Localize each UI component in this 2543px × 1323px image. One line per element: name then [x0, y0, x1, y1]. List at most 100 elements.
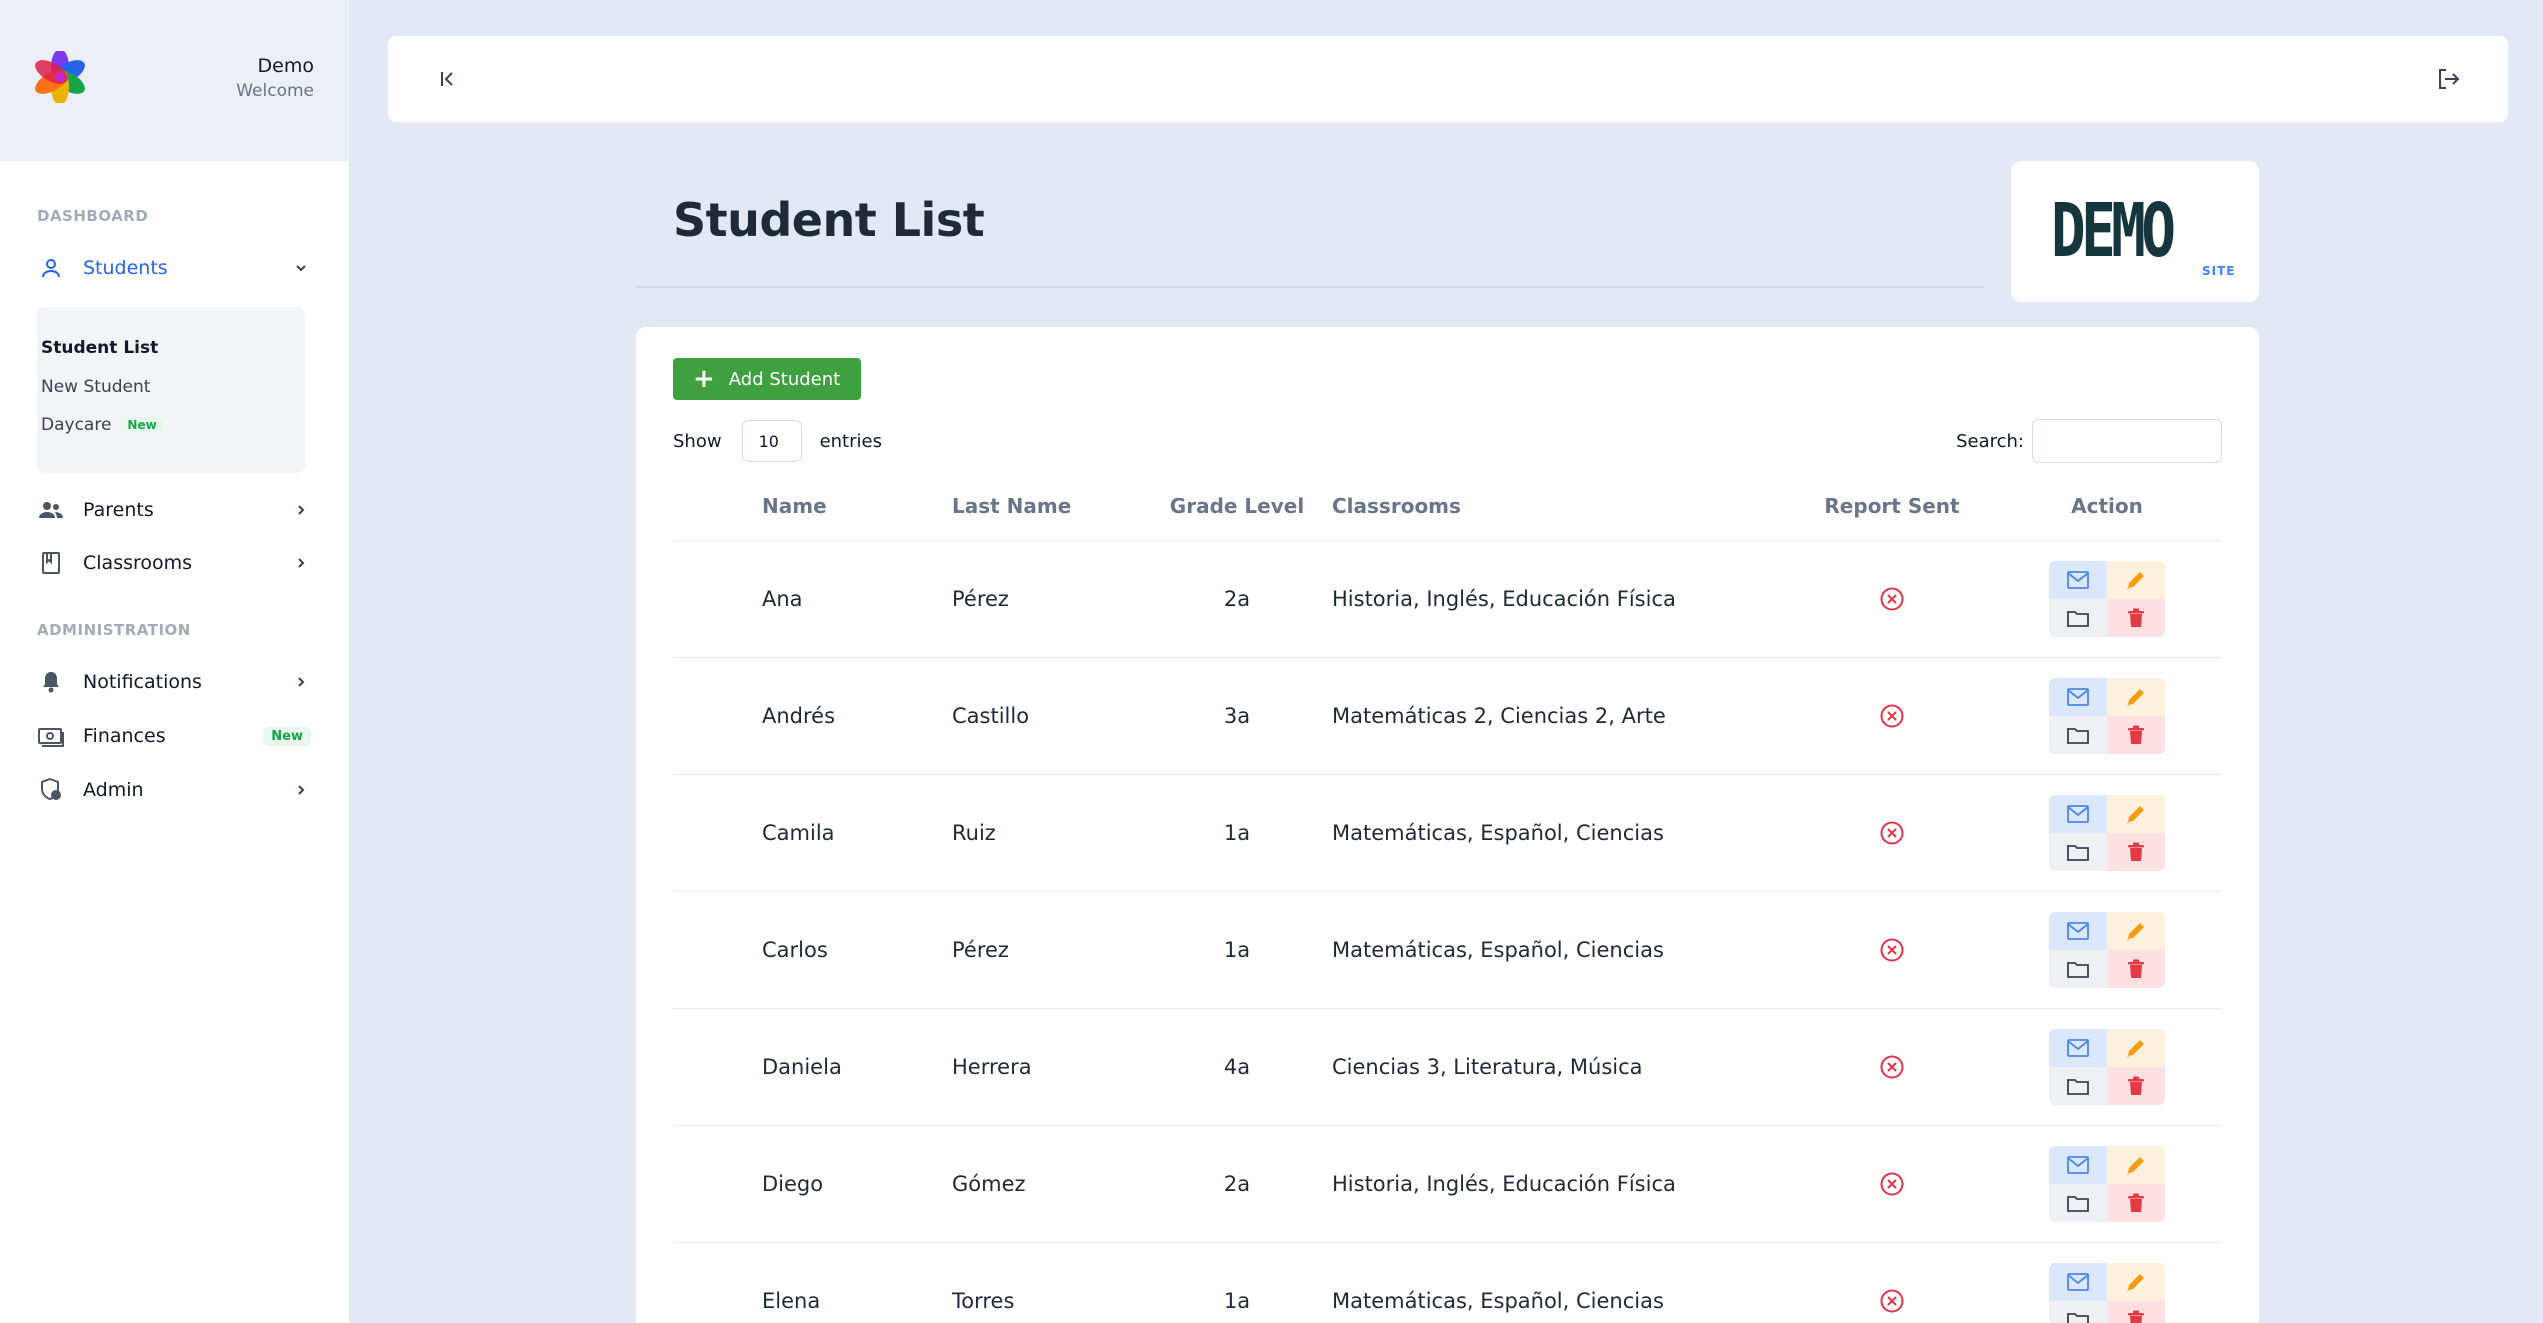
cell-classrooms: Matemáticas, Español, Ciencias: [1332, 1242, 1792, 1323]
cell-last-name: Pérez: [952, 891, 1142, 1009]
folder-icon[interactable]: [2049, 1300, 2107, 1323]
cell-grade-level: 3a: [1142, 657, 1332, 775]
column-header-spacer: [673, 472, 762, 541]
sidebar-item-parents[interactable]: Parents: [37, 492, 311, 528]
table-row[interactable]: Andrés Castillo 3a Matemáticas 2, Ciencias …: [673, 657, 2222, 775]
folder-icon[interactable]: [2049, 1066, 2107, 1105]
sidebar: Demo Welcome DASHBOARD Students Student …: [0, 0, 350, 1323]
edit-pencil-icon[interactable]: [2107, 1145, 2165, 1184]
row-spacer: [673, 1008, 762, 1126]
not-sent-x-icon: [1879, 586, 1905, 612]
new-badge: New: [263, 726, 311, 746]
cell-grade-level: 4a: [1142, 1008, 1332, 1126]
email-icon[interactable]: [2049, 677, 2107, 716]
email-icon[interactable]: [2049, 1262, 2107, 1301]
cell-grade-level: 2a: [1142, 540, 1332, 658]
sidebar-item-students[interactable]: Students: [37, 250, 311, 286]
column-header-name[interactable]: Name: [762, 472, 952, 541]
trash-icon[interactable]: [2107, 1066, 2165, 1105]
edit-pencil-icon[interactable]: [2107, 1262, 2165, 1301]
action-buttons: [2049, 911, 2165, 988]
folder-icon[interactable]: [2049, 715, 2107, 754]
cell-name: Andrés: [762, 657, 952, 775]
sidebar-item-label: Admin: [83, 779, 144, 801]
not-sent-x-icon: [1879, 1171, 1905, 1197]
email-icon[interactable]: [2049, 794, 2107, 833]
sidebar-item-finances[interactable]: Finances New: [37, 718, 311, 754]
cell-last-name: Pérez: [952, 540, 1142, 658]
table-header-row: Name Last Name Grade Level Classrooms Re…: [673, 472, 2222, 541]
folder-icon[interactable]: [2049, 598, 2107, 637]
trash-icon[interactable]: [2107, 832, 2165, 871]
money-icon: [37, 722, 65, 750]
table-row[interactable]: Ana Pérez 2a Historia, Inglés, Educación Fí…: [673, 540, 2222, 658]
sidebar-item-classrooms[interactable]: Classrooms: [37, 545, 311, 581]
row-spacer: [673, 657, 762, 775]
edit-pencil-icon[interactable]: [2107, 1028, 2165, 1067]
folder-icon[interactable]: [2049, 1183, 2107, 1222]
bell-icon: [37, 668, 65, 696]
sidebar-item-admin[interactable]: Admin: [37, 772, 311, 808]
logout-icon[interactable]: [2432, 63, 2464, 95]
brand-logo: DEMO SITE: [2011, 161, 2259, 302]
trash-icon[interactable]: [2107, 715, 2165, 754]
cell-report-sent: [1792, 657, 1992, 775]
cell-classrooms: Matemáticas 2, Ciencias 2, Arte: [1332, 657, 1792, 775]
collapse-sidebar-icon[interactable]: [432, 63, 464, 95]
entries-label: entries: [819, 430, 882, 452]
sidebar-item-label: Parents: [83, 499, 154, 521]
edit-pencil-icon[interactable]: [2107, 677, 2165, 716]
action-buttons: [2049, 1262, 2165, 1323]
cell-name: Ana: [762, 540, 952, 658]
table-row[interactable]: Carlos Pérez 1a Matemáticas, Español, Cienc…: [673, 891, 2222, 1009]
trash-icon[interactable]: [2107, 1300, 2165, 1323]
edit-pencil-icon[interactable]: [2107, 794, 2165, 833]
page-title: Student List: [673, 193, 985, 247]
chevron-right-icon: [291, 500, 311, 520]
submenu-item-daycare[interactable]: Daycare New: [41, 415, 163, 435]
email-icon[interactable]: [2049, 1028, 2107, 1067]
column-header-last-name[interactable]: Last Name: [952, 472, 1142, 541]
table-row[interactable]: Diego Gómez 2a Historia, Inglés, Educación …: [673, 1125, 2222, 1243]
entries-select[interactable]: [741, 420, 802, 462]
trash-icon[interactable]: [2107, 598, 2165, 637]
cell-last-name: Herrera: [952, 1008, 1142, 1126]
search-input[interactable]: [2032, 419, 2222, 463]
edit-pencil-icon[interactable]: [2107, 911, 2165, 950]
row-spacer: [673, 1125, 762, 1243]
cell-actions: [1992, 657, 2222, 775]
sidebar-item-label: Classrooms: [83, 552, 193, 574]
email-icon[interactable]: [2049, 1145, 2107, 1184]
email-icon[interactable]: [2049, 911, 2107, 950]
cell-last-name: Castillo: [952, 657, 1142, 775]
action-buttons: [2049, 677, 2165, 754]
student-table-card: + Add Student Show entries Search: Name …: [636, 327, 2259, 1323]
user-block[interactable]: Demo Welcome: [236, 53, 314, 103]
cell-report-sent: [1792, 1125, 1992, 1243]
column-header-grade-level[interactable]: Grade Level: [1142, 472, 1332, 541]
submenu-item-new-student[interactable]: New Student: [41, 377, 150, 397]
brand-logo-subtext: SITE: [2202, 264, 2236, 278]
chevron-right-icon: [291, 672, 311, 692]
table-row[interactable]: Elena Torres 1a Matemáticas, Español, Cienc…: [673, 1242, 2222, 1323]
column-header-classrooms[interactable]: Classrooms: [1332, 472, 1792, 541]
app-logo-icon[interactable]: [34, 49, 86, 105]
submenu-item-student-list[interactable]: Student List: [41, 338, 158, 358]
edit-pencil-icon[interactable]: [2107, 560, 2165, 599]
sidebar-item-notifications[interactable]: Notifications: [37, 664, 311, 700]
column-header-action: Action: [1992, 472, 2222, 541]
add-student-button[interactable]: + Add Student: [673, 358, 861, 400]
show-label: Show: [673, 430, 722, 452]
column-header-report-sent[interactable]: Report Sent: [1792, 472, 1992, 541]
table-row[interactable]: Daniela Herrera 4a Ciencias 3, Literatura, …: [673, 1008, 2222, 1126]
cell-name: Elena: [762, 1242, 952, 1323]
title-divider: [636, 286, 1984, 288]
email-icon[interactable]: [2049, 560, 2107, 599]
trash-icon[interactable]: [2107, 1183, 2165, 1222]
table-row[interactable]: Camila Ruiz 1a Matemáticas, Español, Cienci…: [673, 774, 2222, 892]
chevron-right-icon: [291, 780, 311, 800]
folder-icon[interactable]: [2049, 949, 2107, 988]
users-icon: [37, 496, 65, 524]
trash-icon[interactable]: [2107, 949, 2165, 988]
folder-icon[interactable]: [2049, 832, 2107, 871]
